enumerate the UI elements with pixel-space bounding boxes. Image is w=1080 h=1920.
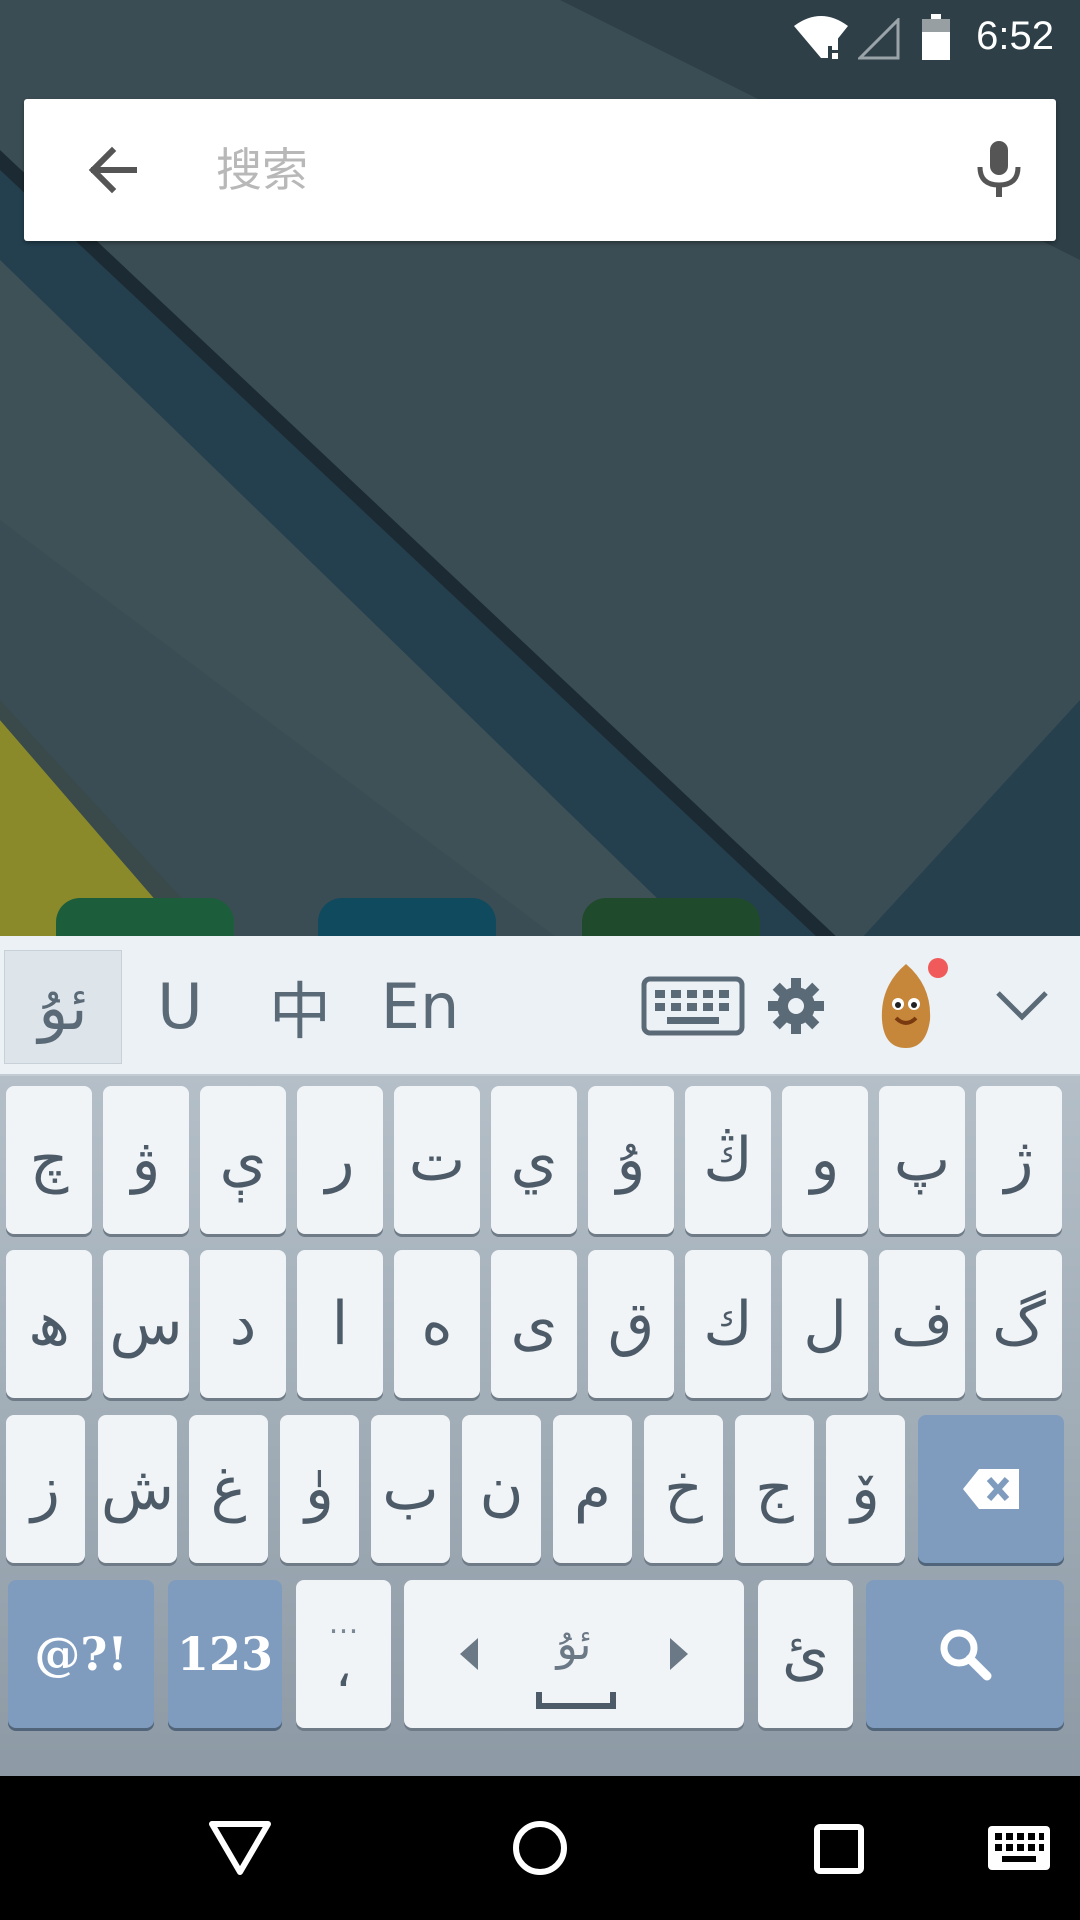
backspace-icon: [963, 1469, 1019, 1509]
key-letter[interactable]: ە: [394, 1250, 480, 1398]
key-letter[interactable]: ق: [588, 1250, 674, 1398]
key-letter[interactable]: پ: [879, 1086, 965, 1234]
key-letter[interactable]: ج: [735, 1415, 814, 1563]
caret-left-icon: [460, 1638, 478, 1670]
home-circle-icon[interactable]: [512, 1820, 568, 1876]
no-signal-icon: [858, 18, 900, 60]
key-letter[interactable]: ى: [491, 1250, 577, 1398]
navigation-bar: [0, 1776, 1080, 1920]
clock: 6:52: [976, 14, 1054, 58]
keyboard-toolbar: ئۇ U 中 En: [0, 936, 1080, 1076]
key-letter[interactable]: ڭ: [685, 1086, 771, 1234]
key-letter[interactable]: ش: [98, 1415, 177, 1563]
key-letter[interactable]: ې: [200, 1086, 286, 1234]
key-letter[interactable]: ي: [491, 1086, 577, 1234]
punctuation-key[interactable]: … ،: [296, 1580, 391, 1728]
key-letter[interactable]: ب: [371, 1415, 450, 1563]
mode-english[interactable]: En: [370, 950, 470, 1062]
mode-uyghur[interactable]: ئۇ: [4, 950, 122, 1064]
soft-keyboard: ئۇ U 中 En ژ پ و ڭ ۇ ي ت ر ې ۋ چ گ ف ل ك …: [0, 936, 1080, 1776]
numbers-key[interactable]: 123: [168, 1580, 282, 1728]
key-letter[interactable]: خ: [644, 1415, 723, 1563]
key-letter[interactable]: ن: [462, 1415, 541, 1563]
key-letter[interactable]: م: [553, 1415, 632, 1563]
arrow-left-icon[interactable]: [78, 135, 148, 205]
keyboard-switch-icon[interactable]: [988, 1826, 1050, 1870]
key-letter[interactable]: چ: [6, 1086, 92, 1234]
key-letter[interactable]: س: [103, 1250, 189, 1398]
microphone-icon[interactable]: [964, 135, 1034, 205]
key-letter[interactable]: ل: [782, 1250, 868, 1398]
space-key[interactable]: ئۇ: [404, 1580, 744, 1728]
punctuation-hint: …: [328, 1606, 359, 1641]
mascot-icon[interactable]: [866, 950, 950, 1062]
key-letter[interactable]: ف: [879, 1250, 965, 1398]
numbers-label: 123: [176, 1627, 274, 1681]
key-letter[interactable]: گ: [976, 1250, 1062, 1398]
symbols-key[interactable]: @?!: [8, 1580, 154, 1728]
mode-latin[interactable]: U: [130, 950, 230, 1062]
battery-icon: [922, 14, 950, 60]
chevron-down-icon[interactable]: [980, 950, 1064, 1062]
caret-right-icon: [670, 1638, 688, 1670]
key-letter[interactable]: ۈ: [280, 1415, 359, 1563]
key-letter[interactable]: ز: [6, 1415, 85, 1563]
key-letter[interactable]: ر: [297, 1086, 383, 1234]
key-letter[interactable]: و: [782, 1086, 868, 1234]
key-letter[interactable]: ئ: [758, 1580, 853, 1728]
key-letter[interactable]: ا: [297, 1250, 383, 1398]
backspace-button[interactable]: [918, 1415, 1064, 1563]
status-bar: 6:52: [0, 0, 1080, 80]
key-letter[interactable]: ت: [394, 1086, 480, 1234]
gear-icon[interactable]: [760, 950, 832, 1062]
symbols-label: @?!: [34, 1627, 128, 1681]
key-letter[interactable]: ۇ: [588, 1086, 674, 1234]
mode-label: En: [380, 969, 460, 1043]
key-area: ژ پ و ڭ ۇ ي ت ر ې ۋ چ گ ف ل ك ق ى ە ا د …: [0, 1076, 1080, 1776]
punctuation-label: ،: [335, 1639, 352, 1699]
mode-label: ئۇ: [38, 970, 88, 1044]
mode-chinese[interactable]: 中: [250, 950, 350, 1062]
search-bar: [24, 99, 1056, 241]
mode-label: 中: [268, 975, 331, 1048]
key-letter[interactable]: ژ: [976, 1086, 1062, 1234]
key-letter[interactable]: ۋ: [103, 1086, 189, 1234]
space-bar-icon: [536, 1692, 616, 1709]
search-key[interactable]: [866, 1580, 1064, 1728]
key-letter[interactable]: ھ: [6, 1250, 92, 1398]
mode-label: U: [157, 969, 203, 1043]
key-letter[interactable]: د: [200, 1250, 286, 1398]
wifi-alert-icon: [794, 16, 848, 59]
search-icon: [940, 1629, 992, 1681]
space-label: ئۇ: [556, 1618, 592, 1670]
back-triangle-icon[interactable]: [208, 1820, 272, 1876]
recents-square-icon[interactable]: [814, 1824, 864, 1874]
key-letter[interactable]: ك: [685, 1250, 771, 1398]
search-input[interactable]: [214, 129, 918, 211]
key-letter[interactable]: ۆ: [826, 1415, 905, 1563]
key-letter[interactable]: غ: [189, 1415, 268, 1563]
keyboard-icon[interactable]: [636, 950, 750, 1062]
